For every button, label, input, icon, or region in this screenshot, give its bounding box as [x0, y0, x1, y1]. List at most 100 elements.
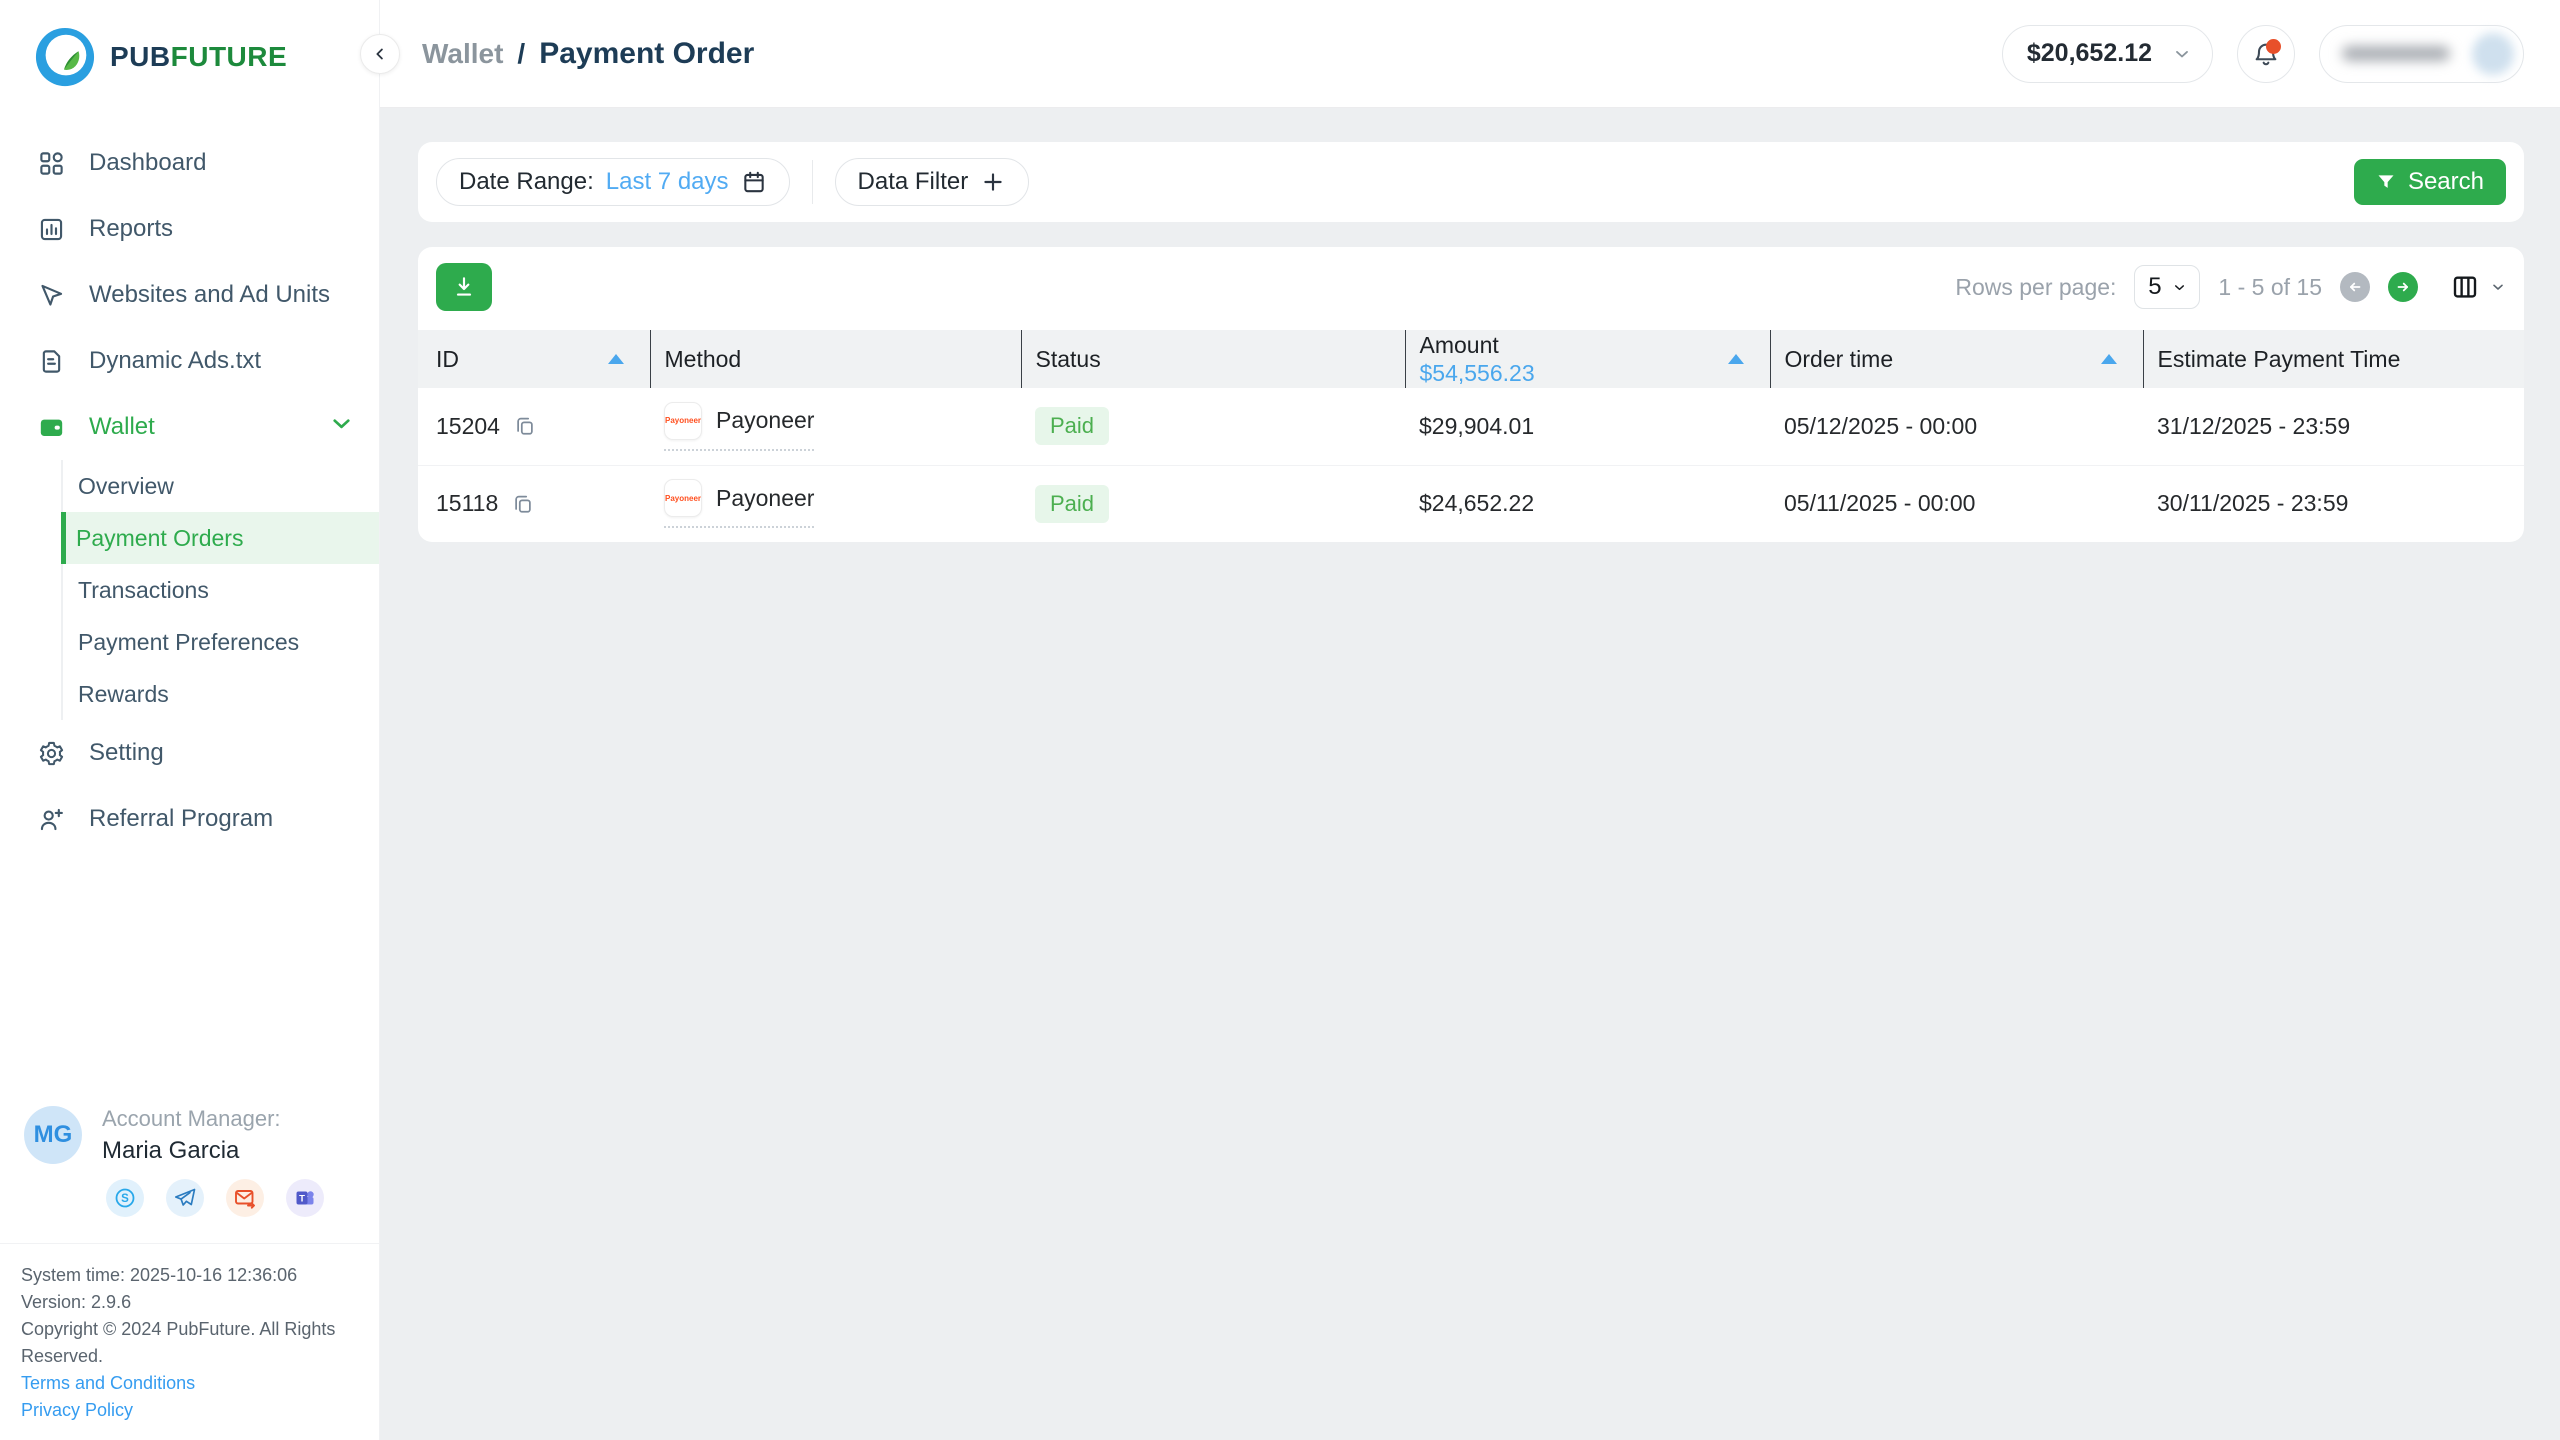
- sidebar-item-setting[interactable]: Setting: [0, 720, 379, 786]
- app-root: PUBFUTURE Dashboard: [0, 0, 2560, 1440]
- brand-logo[interactable]: PUBFUTURE: [0, 0, 379, 88]
- table-header-row: ID Method Status: [418, 330, 2524, 388]
- next-page-button[interactable]: [2388, 272, 2418, 302]
- sidebar-item-reports[interactable]: Reports: [0, 196, 379, 262]
- document-icon: [38, 348, 65, 375]
- plus-icon: [980, 169, 1006, 195]
- sidebar-item-label: Dynamic Ads.txt: [89, 347, 261, 375]
- sidebar-item-referral-program[interactable]: Referral Program: [0, 786, 379, 852]
- payment-orders-table: ID Method Status: [418, 330, 2524, 542]
- data-filter-button[interactable]: Data Filter: [835, 158, 1030, 206]
- submenu-item-label: Rewards: [78, 681, 169, 708]
- sidebar-item-transactions[interactable]: Transactions: [63, 564, 379, 616]
- sidebar-item-dynamic-ads[interactable]: Dynamic Ads.txt: [0, 328, 379, 394]
- page-title: Payment Order: [539, 37, 754, 71]
- arrow-right-icon: [2394, 278, 2412, 296]
- notification-badge: [2266, 39, 2281, 54]
- table-row: 15204 Payoneer Payoneer: [418, 388, 2524, 465]
- wallet-icon: [38, 414, 65, 441]
- user-menu[interactable]: [2319, 25, 2524, 83]
- column-picker[interactable]: [2450, 272, 2506, 302]
- header-method[interactable]: Method: [650, 330, 1021, 388]
- terms-link[interactable]: Terms and Conditions: [21, 1370, 359, 1397]
- amount-total: $54,556.23: [1420, 359, 1535, 387]
- breadcrumb: Wallet / Payment Order: [422, 37, 754, 71]
- chevron-down-icon: [2490, 279, 2506, 295]
- sidebar-item-dashboard[interactable]: Dashboard: [0, 130, 379, 196]
- header-estimate-label: Estimate Payment Time: [2158, 346, 2401, 372]
- sort-ascending-icon: [608, 354, 624, 364]
- main-area: Wallet / Payment Order $20,652.12: [380, 0, 2560, 1440]
- columns-icon: [2450, 272, 2480, 302]
- order-time: 05/11/2025 - 00:00: [1784, 490, 1975, 516]
- breadcrumb-wallet[interactable]: Wallet: [422, 38, 503, 70]
- order-id: 15118: [436, 490, 498, 517]
- user-name-redacted: [2342, 46, 2450, 61]
- sidebar-collapse-button[interactable]: [360, 34, 400, 74]
- payment-orders-table-card: Rows per page: 5 1 - 5 of 15: [418, 247, 2524, 542]
- date-range-filter[interactable]: Date Range: Last 7 days: [436, 158, 790, 206]
- sort-ascending-icon: [1728, 354, 1744, 364]
- submenu-item-label: Transactions: [78, 577, 209, 604]
- data-filter-label: Data Filter: [858, 168, 969, 196]
- sidebar-item-overview[interactable]: Overview: [63, 460, 379, 512]
- payment-method-name: Payoneer: [716, 485, 814, 512]
- payment-method-name: Payoneer: [716, 407, 814, 434]
- status-badge: Paid: [1035, 407, 1109, 445]
- manager-contact-icons: S T: [106, 1179, 379, 1217]
- submenu-item-label: Payment Preferences: [78, 629, 299, 656]
- header-status[interactable]: Status: [1021, 330, 1405, 388]
- gear-icon: [38, 740, 65, 767]
- copyright: Copyright © 2024 PubFuture. All Rights R…: [21, 1316, 359, 1370]
- person-plus-icon: [38, 806, 65, 833]
- estimate-payment-time: 30/11/2025 - 23:59: [2157, 490, 2348, 516]
- svg-text:T: T: [299, 1194, 305, 1205]
- header-order-time[interactable]: Order time: [1770, 330, 2143, 388]
- sidebar-item-payment-orders[interactable]: Payment Orders: [61, 512, 379, 564]
- copy-icon[interactable]: [512, 493, 534, 515]
- header-method-label: Method: [665, 346, 742, 372]
- previous-page-button[interactable]: [2340, 272, 2370, 302]
- download-button[interactable]: [436, 263, 492, 311]
- order-amount: $24,652.22: [1419, 490, 1534, 516]
- date-range-value: Last 7 days: [606, 168, 729, 196]
- submenu-item-label: Payment Orders: [76, 525, 243, 552]
- balance-amount: $20,652.12: [2027, 39, 2152, 68]
- sidebar-item-wallet[interactable]: Wallet: [0, 394, 379, 460]
- cursor-icon: [38, 282, 65, 309]
- calendar-icon: [741, 169, 767, 195]
- email-icon[interactable]: [226, 1179, 264, 1217]
- divider: [0, 1243, 379, 1244]
- payoneer-logo: Payoneer: [664, 402, 702, 440]
- order-amount: $29,904.01: [1419, 413, 1534, 439]
- balance-dropdown[interactable]: $20,652.12: [2002, 25, 2213, 83]
- chevron-down-icon: [2172, 280, 2187, 295]
- sidebar-item-label: Websites and Ad Units: [89, 281, 330, 309]
- version: Version: 2.9.6: [21, 1289, 359, 1316]
- notifications-button[interactable]: [2237, 25, 2295, 83]
- order-time: 05/12/2025 - 00:00: [1784, 413, 1977, 439]
- rows-per-page-select[interactable]: 5: [2134, 265, 2200, 309]
- privacy-link[interactable]: Privacy Policy: [21, 1397, 359, 1424]
- user-avatar-redacted: [2472, 33, 2514, 75]
- copy-icon[interactable]: [514, 415, 536, 437]
- header-amount-label: Amount: [1420, 331, 1535, 359]
- sidebar-item-label: Dashboard: [89, 149, 206, 177]
- payment-method[interactable]: Payoneer Payoneer: [664, 402, 814, 451]
- manager-name: Maria Garcia: [102, 1137, 281, 1165]
- header-amount[interactable]: Amount $54,556.23: [1405, 330, 1770, 388]
- download-icon: [451, 274, 477, 300]
- header-id[interactable]: ID: [418, 330, 650, 388]
- header-estimate-payment-time[interactable]: Estimate Payment Time: [2143, 330, 2524, 388]
- submenu-item-label: Overview: [78, 473, 174, 500]
- sidebar-item-rewards[interactable]: Rewards: [63, 668, 379, 720]
- skype-icon[interactable]: S: [106, 1179, 144, 1217]
- payment-method[interactable]: Payoneer Payoneer: [664, 479, 814, 528]
- sidebar-item-payment-preferences[interactable]: Payment Preferences: [63, 616, 379, 668]
- telegram-icon[interactable]: [166, 1179, 204, 1217]
- search-button[interactable]: Search: [2354, 159, 2506, 205]
- estimate-payment-time: 31/12/2025 - 23:59: [2157, 413, 2350, 439]
- sidebar-item-websites-ad-units[interactable]: Websites and Ad Units: [0, 262, 379, 328]
- teams-icon[interactable]: T: [286, 1179, 324, 1217]
- table-row: 15118 Payoneer Payoneer: [418, 465, 2524, 542]
